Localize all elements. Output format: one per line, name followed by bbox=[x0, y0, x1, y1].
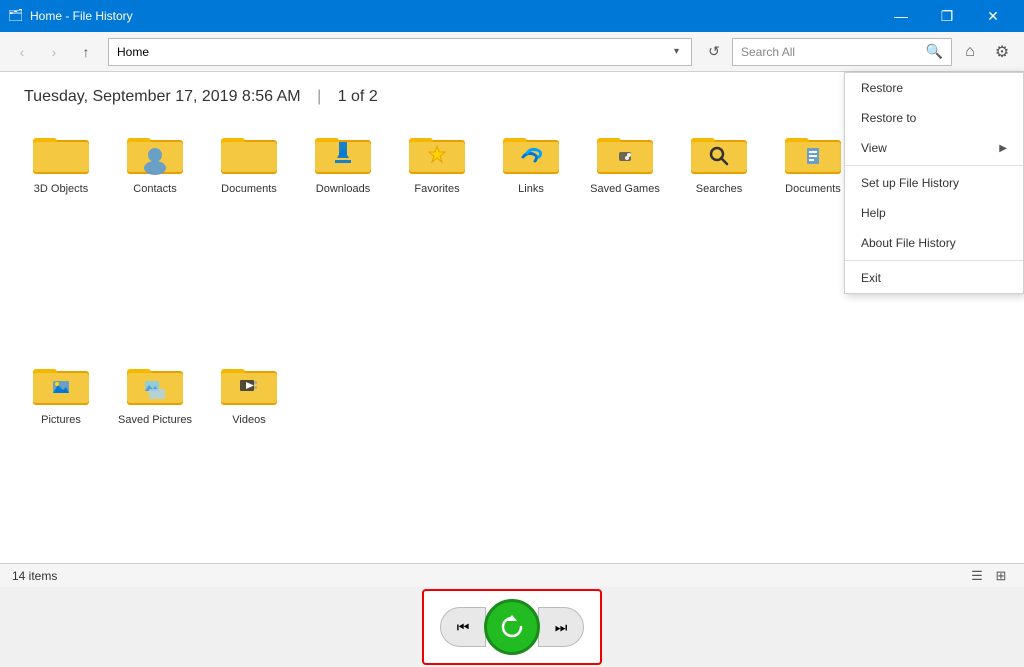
last-button[interactable]: ⏭ bbox=[538, 607, 584, 647]
playback-bar: ⏮ ⏭ bbox=[0, 587, 1024, 667]
folder-icon bbox=[127, 361, 183, 409]
menu-item[interactable]: About File History bbox=[845, 228, 1023, 258]
file-label: Documents bbox=[785, 182, 841, 196]
playback-controls: ⏮ ⏭ bbox=[422, 589, 602, 665]
up-button[interactable]: ↑ bbox=[72, 38, 100, 66]
title-bar: 🗂 Home - File History — ❐ ✕ bbox=[0, 0, 1024, 32]
address-text: Home bbox=[117, 45, 674, 59]
menu-item-label: View bbox=[861, 141, 887, 155]
folder-icon bbox=[785, 130, 841, 178]
list-view-button[interactable]: ☰ bbox=[966, 566, 988, 586]
menu-item-label: Set up File History bbox=[861, 176, 959, 190]
context-menu: Restore Restore to View ▶ Set up File Histor… bbox=[844, 72, 1024, 294]
separator: | bbox=[317, 88, 321, 105]
home-button[interactable]: ⌂ bbox=[956, 38, 984, 66]
list-item[interactable]: 3D Objects bbox=[16, 122, 106, 349]
file-label: Videos bbox=[232, 413, 265, 427]
date-text: Tuesday, September 17, 2019 8:56 AM bbox=[24, 88, 301, 105]
grid-view-button[interactable]: ⊞ bbox=[990, 566, 1012, 586]
menu-item[interactable]: Restore to bbox=[845, 103, 1023, 133]
search-bar: Search All 🔍 bbox=[732, 38, 952, 66]
maximize-button[interactable]: ❐ bbox=[924, 0, 970, 32]
file-label: Links bbox=[518, 182, 544, 196]
file-label: Searches bbox=[696, 182, 742, 196]
search-button[interactable]: 🔍 bbox=[926, 43, 943, 60]
menu-item[interactable]: Set up File History bbox=[845, 168, 1023, 198]
view-controls: ☰ ⊞ bbox=[966, 566, 1012, 586]
app-icon: 🗂 bbox=[8, 8, 24, 24]
menu-divider bbox=[845, 165, 1023, 166]
restore-button[interactable] bbox=[484, 599, 540, 655]
settings-button[interactable]: ⚙ bbox=[988, 38, 1016, 66]
folder-icon bbox=[691, 130, 747, 178]
list-item[interactable]: Documents bbox=[204, 122, 294, 349]
close-button[interactable]: ✕ bbox=[970, 0, 1016, 32]
list-item[interactable]: Saved Games bbox=[580, 122, 670, 349]
list-item[interactable]: Saved Pictures bbox=[110, 353, 200, 580]
list-item[interactable]: Searches bbox=[674, 122, 764, 349]
file-label: Contacts bbox=[133, 182, 176, 196]
menu-item[interactable]: Help bbox=[845, 198, 1023, 228]
list-item[interactable]: Pictures bbox=[16, 353, 106, 580]
folder-icon bbox=[33, 130, 89, 178]
first-button[interactable]: ⏮ bbox=[440, 607, 486, 647]
menu-item[interactable]: Exit bbox=[845, 263, 1023, 293]
folder-icon bbox=[221, 130, 277, 178]
menu-item-label: Exit bbox=[861, 271, 881, 285]
menu-item-label: Help bbox=[861, 206, 886, 220]
navigation-bar: ‹ › ↑ Home ▾ ↺ Search All 🔍 ⌂ ⚙ bbox=[0, 32, 1024, 72]
submenu-arrow-icon: ▶ bbox=[999, 143, 1007, 154]
menu-item-label: Restore bbox=[861, 81, 903, 95]
refresh-button[interactable]: ↺ bbox=[700, 38, 728, 66]
file-label: Documents bbox=[221, 182, 277, 196]
folder-icon bbox=[503, 130, 559, 178]
window-title: Home - File History bbox=[30, 9, 878, 23]
file-label: 3D Objects bbox=[34, 182, 88, 196]
menu-item-label: Restore to bbox=[861, 111, 916, 125]
list-item[interactable]: Favorites bbox=[392, 122, 482, 349]
folder-icon bbox=[315, 130, 371, 178]
file-label: Pictures bbox=[41, 413, 81, 427]
page-info: 1 of 2 bbox=[338, 88, 378, 105]
file-label: Saved Pictures bbox=[118, 413, 192, 427]
forward-button[interactable]: › bbox=[40, 38, 68, 66]
address-dropdown-icon[interactable]: ▾ bbox=[674, 46, 679, 57]
list-item[interactable]: Videos bbox=[204, 353, 294, 580]
list-item[interactable]: Contacts bbox=[110, 122, 200, 349]
folder-icon bbox=[409, 130, 465, 178]
file-label: Downloads bbox=[316, 182, 370, 196]
window-controls: — ❐ ✕ bbox=[878, 0, 1016, 32]
back-button[interactable]: ‹ bbox=[8, 38, 36, 66]
folder-icon bbox=[33, 361, 89, 409]
menu-divider bbox=[845, 260, 1023, 261]
file-label: Favorites bbox=[414, 182, 459, 196]
menu-item[interactable]: View ▶ bbox=[845, 133, 1023, 163]
search-placeholder: Search All bbox=[741, 45, 926, 59]
folder-icon bbox=[127, 130, 183, 178]
minimize-button[interactable]: — bbox=[878, 0, 924, 32]
folder-icon bbox=[221, 361, 277, 409]
item-count: 14 items bbox=[12, 569, 57, 583]
file-label: Saved Games bbox=[590, 182, 660, 196]
folder-icon bbox=[597, 130, 653, 178]
list-item[interactable]: Downloads bbox=[298, 122, 388, 349]
address-bar: Home ▾ bbox=[108, 38, 692, 66]
menu-item-label: About File History bbox=[861, 236, 956, 250]
list-item[interactable]: Links bbox=[486, 122, 576, 349]
status-bar: 14 items ☰ ⊞ bbox=[0, 563, 1024, 587]
menu-item[interactable]: Restore bbox=[845, 73, 1023, 103]
